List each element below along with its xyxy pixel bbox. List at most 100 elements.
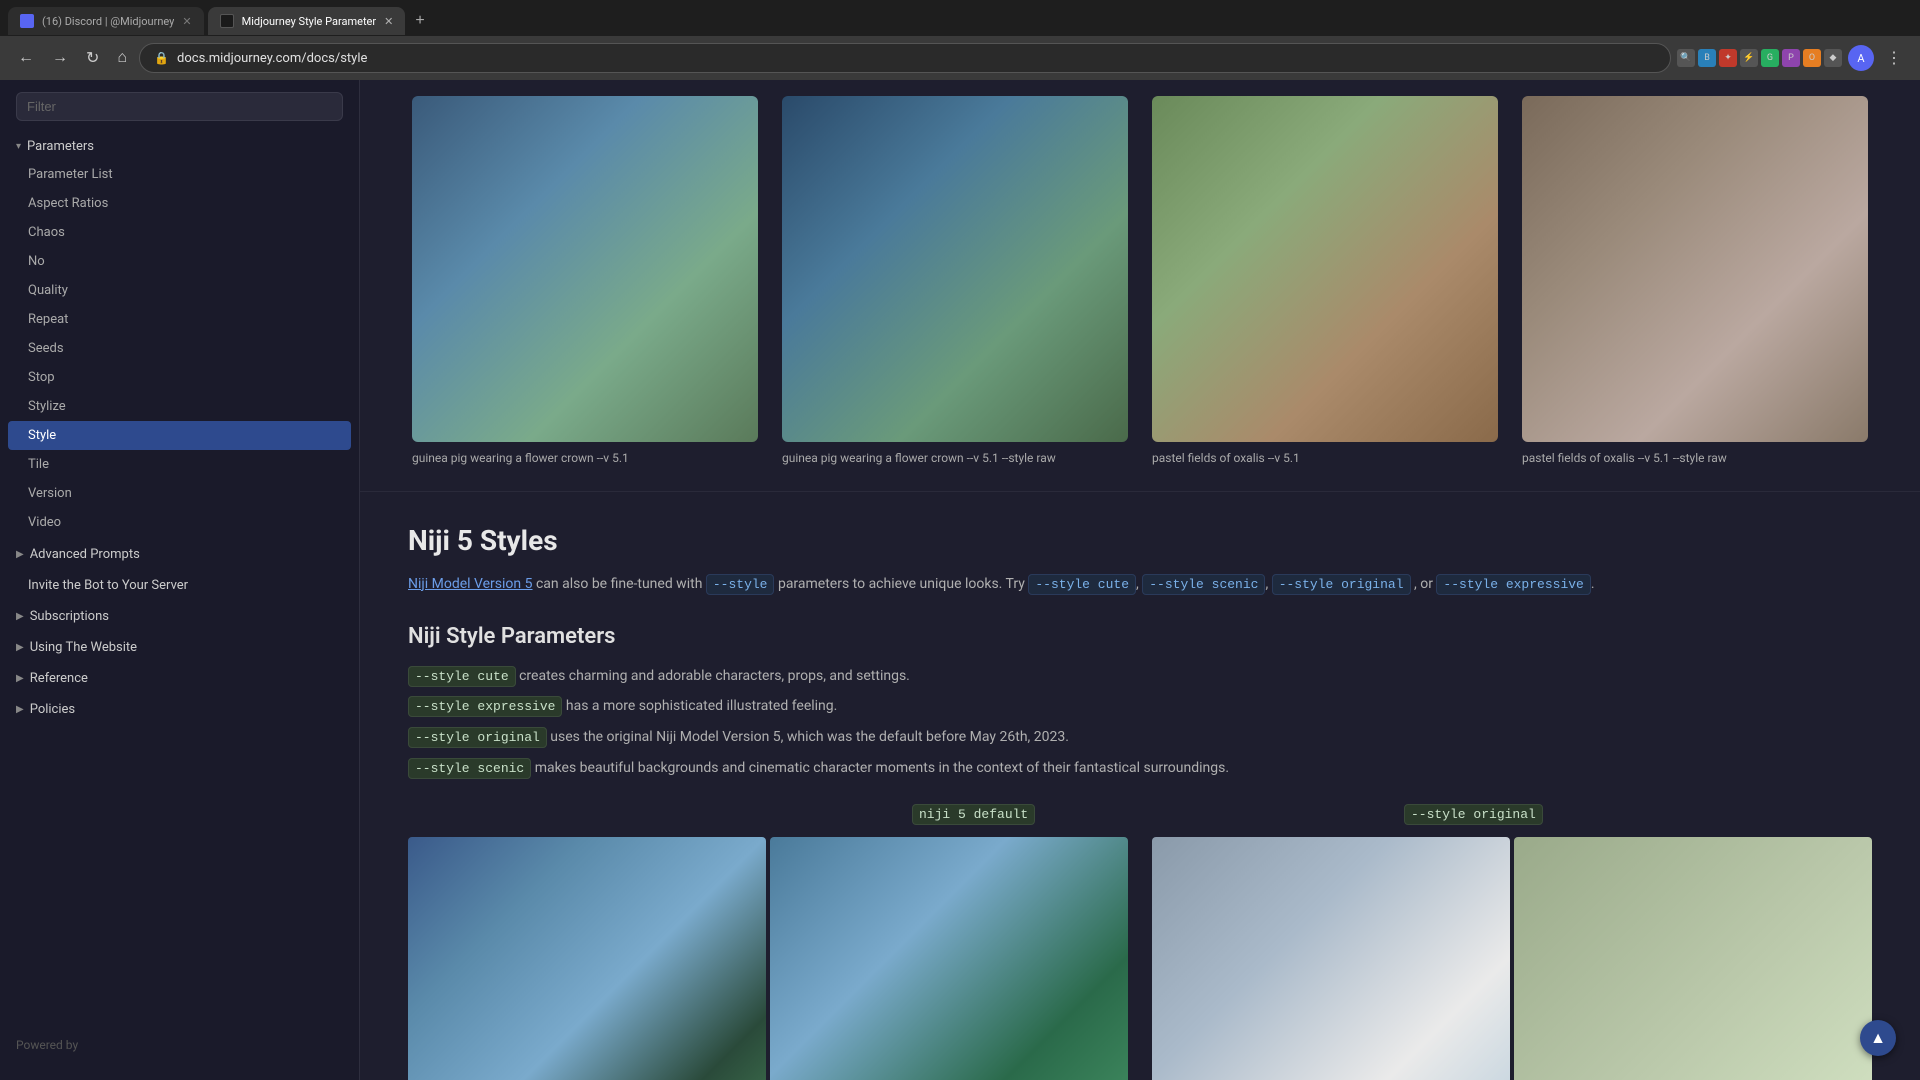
grid-img-orig-1 bbox=[1152, 837, 1510, 1080]
image-caption-2: guinea pig wearing a flower crown --v 5.… bbox=[770, 96, 1140, 467]
style-list-item-cute: --style cute creates charming and adorab… bbox=[408, 665, 1872, 688]
sidebar-item-chaos[interactable]: Chaos bbox=[0, 218, 359, 247]
new-tab-button[interactable]: + bbox=[409, 10, 430, 32]
style-list: --style cute creates charming and adorab… bbox=[408, 665, 1872, 780]
ext-icon-5[interactable]: G bbox=[1761, 49, 1779, 67]
extension-icons: 🔍 B ✦ ⚡ G P O ◆ bbox=[1677, 49, 1842, 67]
style-list-item-scenic: --style scenic makes beautiful backgroun… bbox=[408, 757, 1872, 780]
sidebar-section-website-header[interactable]: ▶ Using The Website bbox=[0, 634, 359, 661]
sidebar-item-seeds[interactable]: Seeds bbox=[0, 334, 359, 363]
top-caption-2: guinea pig wearing a flower crown --v 5.… bbox=[782, 450, 1128, 467]
param1-inline: --style cute bbox=[1028, 574, 1136, 595]
tab-bar: (16) Discord | @Midjourney ✕ Midjourney … bbox=[0, 0, 1920, 36]
sidebar-item-quality[interactable]: Quality bbox=[0, 276, 359, 305]
sidebar-item-repeat[interactable]: Repeat bbox=[0, 305, 359, 334]
top-image-2 bbox=[782, 96, 1128, 442]
sidebar-item-video[interactable]: Video bbox=[0, 508, 359, 537]
sidebar-filter-container bbox=[16, 92, 343, 121]
sidebar-section-reference: ▶ Reference bbox=[0, 665, 359, 692]
page-layout: ▾ Parameters Parameter List Aspect Ratio… bbox=[0, 80, 1920, 1080]
sidebar-item-tile[interactable]: Tile bbox=[0, 450, 359, 479]
sidebar-item-version[interactable]: Version bbox=[0, 479, 359, 508]
filter-input[interactable] bbox=[16, 92, 343, 121]
image-grid-row bbox=[408, 837, 1872, 1080]
sidebar-section-parameters-label: Parameters bbox=[27, 139, 94, 154]
ext-icon-6[interactable]: P bbox=[1782, 49, 1800, 67]
tab-discord-close[interactable]: ✕ bbox=[182, 15, 191, 28]
top-image-4 bbox=[1522, 96, 1868, 442]
image-caption-1: guinea pig wearing a flower crown --v 5.… bbox=[400, 96, 770, 467]
sidebar-section-website: ▶ Using The Website bbox=[0, 634, 359, 661]
sidebar-section-invite-header[interactable]: Invite the Bot to Your Server bbox=[0, 572, 359, 599]
ext-icon-1[interactable]: 🔍 bbox=[1677, 49, 1695, 67]
grid-label-right: --style original bbox=[1404, 804, 1543, 825]
grid-img-anime-2 bbox=[770, 837, 1128, 1080]
sidebar-item-stylize[interactable]: Stylize bbox=[0, 392, 359, 421]
niji-model-link[interactable]: Niji Model Version 5 bbox=[408, 576, 533, 592]
sidebar-item-parameter-list[interactable]: Parameter List bbox=[0, 160, 359, 189]
chevron-right-icon-website: ▶ bbox=[16, 642, 24, 653]
tab-mj-style[interactable]: Midjourney Style Parameter ✕ bbox=[208, 7, 406, 35]
sidebar-section-advanced: ▶ Advanced Prompts bbox=[0, 541, 359, 568]
powered-by: Powered by bbox=[0, 1022, 359, 1068]
sidebar-section-policies-header[interactable]: ▶ Policies bbox=[0, 696, 359, 723]
sidebar: ▾ Parameters Parameter List Aspect Ratio… bbox=[0, 80, 360, 1080]
menu-button[interactable]: ⋮ bbox=[1880, 46, 1908, 70]
image-grid-section: niji 5 default --style original bbox=[408, 804, 1872, 1080]
refresh-button[interactable]: ↻ bbox=[80, 46, 105, 70]
forward-button[interactable]: → bbox=[46, 47, 74, 69]
sidebar-section-reference-header[interactable]: ▶ Reference bbox=[0, 665, 359, 692]
image-grid-right bbox=[1152, 837, 1872, 1080]
image-grid-left bbox=[408, 837, 1128, 1080]
section-title: Niji 5 Styles bbox=[408, 524, 1872, 557]
chevron-down-icon: ▾ bbox=[16, 141, 21, 152]
browser-toolbar: ← → ↻ ⌂ 🔒 docs.midjourney.com/docs/style… bbox=[0, 36, 1920, 80]
top-images-section: guinea pig wearing a flower crown --v 5.… bbox=[360, 80, 1920, 492]
grid-img-anime-1 bbox=[408, 837, 766, 1080]
style-list-item-expressive: --style expressive has a more sophistica… bbox=[408, 695, 1872, 718]
sidebar-item-no[interactable]: No bbox=[0, 247, 359, 276]
style-original-code: --style original bbox=[408, 727, 547, 748]
chevron-right-icon-ref: ▶ bbox=[16, 673, 24, 684]
address-bar[interactable]: 🔒 docs.midjourney.com/docs/style bbox=[139, 43, 1671, 73]
mj-favicon bbox=[220, 14, 234, 28]
home-button[interactable]: ⌂ bbox=[111, 47, 133, 69]
tab-discord-label: (16) Discord | @Midjourney bbox=[42, 15, 174, 28]
sidebar-item-aspect-ratios[interactable]: Aspect Ratios bbox=[0, 189, 359, 218]
ext-icon-7[interactable]: O bbox=[1803, 49, 1821, 67]
top-image-3 bbox=[1152, 96, 1498, 442]
sidebar-section-subscriptions-header[interactable]: ▶ Subscriptions bbox=[0, 603, 359, 630]
grid-label-left: niji 5 default bbox=[912, 804, 1035, 825]
style-expressive-code: --style expressive bbox=[408, 696, 562, 717]
style-scenic-code: --style scenic bbox=[408, 758, 531, 779]
sidebar-section-advanced-header[interactable]: ▶ Advanced Prompts bbox=[0, 541, 359, 568]
top-caption-3: pastel fields of oxalis --v 5.1 bbox=[1152, 450, 1498, 467]
sidebar-section-subscriptions: ▶ Subscriptions bbox=[0, 603, 359, 630]
tab-discord[interactable]: (16) Discord | @Midjourney ✕ bbox=[8, 7, 204, 35]
profile-avatar[interactable]: A bbox=[1848, 45, 1874, 71]
style-list-item-original: --style original uses the original Niji … bbox=[408, 726, 1872, 749]
back-button[interactable]: ← bbox=[12, 47, 40, 69]
intro-paragraph: Niji Model Version 5 can also be fine-tu… bbox=[408, 573, 1872, 596]
discord-favicon bbox=[20, 14, 34, 28]
ext-icon-8[interactable]: ◆ bbox=[1824, 49, 1842, 67]
ext-icon-4[interactable]: ⚡ bbox=[1740, 49, 1758, 67]
sidebar-section-invite: Invite the Bot to Your Server bbox=[0, 572, 359, 599]
ext-icon-2[interactable]: B bbox=[1698, 49, 1716, 67]
sub-title: Niji Style Parameters bbox=[408, 624, 1872, 649]
chevron-right-icon-pol: ▶ bbox=[16, 704, 24, 715]
scroll-to-top-button[interactable]: ▲ bbox=[1860, 1020, 1896, 1056]
tab-mj-close[interactable]: ✕ bbox=[384, 15, 393, 28]
tab-mj-label: Midjourney Style Parameter bbox=[242, 15, 377, 28]
sidebar-section-parameters-header[interactable]: ▾ Parameters bbox=[0, 133, 359, 160]
style-param-inline: --style bbox=[706, 574, 775, 595]
chevron-right-icon-advanced: ▶ bbox=[16, 549, 24, 560]
image-caption-4: pastel fields of oxalis --v 5.1 --style … bbox=[1510, 96, 1880, 467]
address-text: docs.midjourney.com/docs/style bbox=[177, 51, 367, 66]
content-area: Niji 5 Styles Niji Model Version 5 can a… bbox=[360, 492, 1920, 1080]
sidebar-item-style[interactable]: Style bbox=[8, 421, 351, 450]
param4-inline: --style expressive bbox=[1436, 574, 1590, 595]
style-cute-code: --style cute bbox=[408, 666, 516, 687]
sidebar-item-stop[interactable]: Stop bbox=[0, 363, 359, 392]
ext-icon-3[interactable]: ✦ bbox=[1719, 49, 1737, 67]
